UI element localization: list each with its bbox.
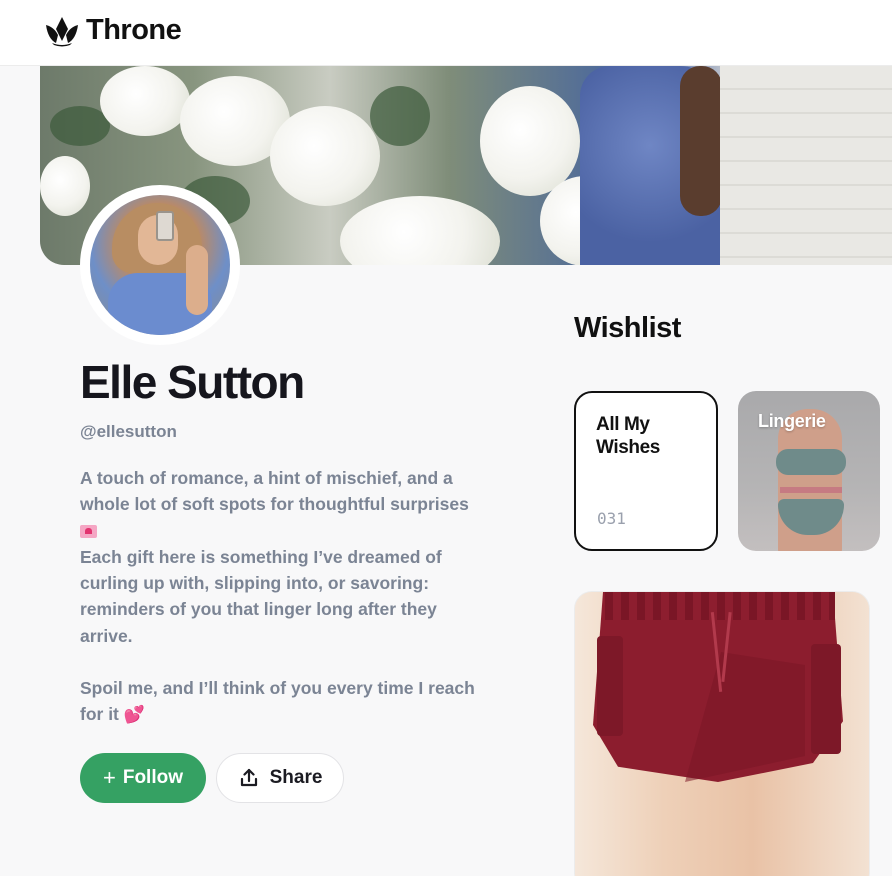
- two-hearts-emoji-icon: 💕: [123, 705, 145, 726]
- bio-line: Each gift here is something I’ve dreamed…: [80, 544, 480, 649]
- wishlist-item-card[interactable]: [574, 591, 870, 876]
- profile-bio: A touch of romance, a hint of mischief, …: [80, 465, 480, 729]
- profile-handle: @ellesutton: [80, 422, 177, 441]
- collection-title: All My Wishes: [596, 414, 660, 458]
- bio-text-1: A touch of romance, a hint of mischief, …: [80, 468, 469, 515]
- bio-text-2: Each gift here is something I’ve dreamed…: [80, 546, 442, 646]
- wishlist-heading: Wishlist: [574, 312, 681, 344]
- collection-card-all-my-wishes[interactable]: All My Wishes 031: [574, 391, 718, 551]
- plus-icon: +: [102, 765, 116, 790]
- collection-card-lingerie[interactable]: Lingerie: [738, 391, 880, 551]
- profile-name: Elle Sutton: [80, 356, 305, 408]
- throne-logo[interactable]: Throne: [44, 14, 182, 47]
- bio-line: A touch of romance, a hint of mischief, …: [80, 465, 480, 544]
- share-label: Share: [269, 767, 323, 788]
- collection-count: 031: [597, 509, 626, 528]
- brand-name: Throne: [86, 14, 182, 46]
- avatar: [80, 185, 240, 345]
- crown-icon: [46, 16, 78, 46]
- profile-photo: [90, 195, 230, 335]
- collection-title: Lingerie: [758, 411, 826, 431]
- top-nav-bar: Throne: [0, 0, 892, 66]
- follow-button[interactable]: + Follow: [80, 753, 206, 803]
- share-button[interactable]: Share: [216, 753, 344, 803]
- bio-line: Spoil me, and I’ll think of you every ti…: [80, 675, 480, 729]
- follow-label: Follow: [122, 767, 183, 788]
- love-letter-emoji-icon: [80, 524, 97, 538]
- share-icon: [240, 768, 257, 787]
